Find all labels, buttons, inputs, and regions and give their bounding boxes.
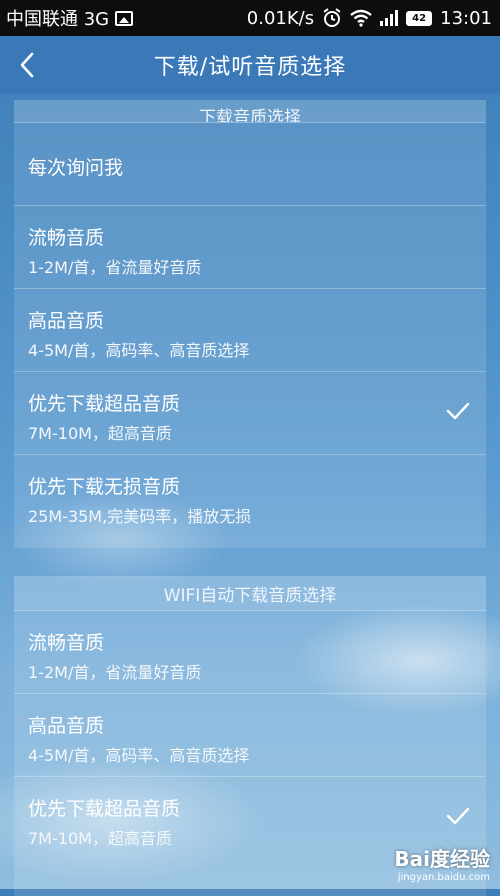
item-title: 高品音质 <box>28 310 105 332</box>
item-subtitle: 7M-10M，超高音质 <box>28 424 172 443</box>
section-title: 下载音质选择 <box>199 108 301 123</box>
wifi-icon <box>350 9 372 27</box>
list-item[interactable]: 优先下载无损音质 25M-35M,完美码率，播放无损 <box>14 455 486 538</box>
item-subtitle: 1-2M/首，省流量好音质 <box>28 663 202 682</box>
signal-strength-icon <box>380 10 399 26</box>
list-item[interactable]: 流畅音质 1-2M/首，省流量好音质 <box>14 206 486 289</box>
item-subtitle: 4-5M/首，高码率、高音质选择 <box>28 746 250 765</box>
item-subtitle: 4-5M/首，高码率、高音质选择 <box>28 341 250 360</box>
network-speed: 0.01K/s <box>246 7 315 29</box>
item-title: 优先下载无损音质 <box>28 476 181 498</box>
checkmark-icon <box>446 402 470 420</box>
back-button[interactable] <box>10 36 44 94</box>
list-item[interactable]: 每次询问我 <box>14 123 486 206</box>
item-title: 流畅音质 <box>28 632 105 654</box>
item-title: 高品音质 <box>28 715 105 737</box>
item-title: 每次询问我 <box>28 157 124 179</box>
baidu-jingyan-watermark: Bai度经验 jingyan.baidu.com <box>394 843 490 883</box>
alarm-icon <box>323 8 341 27</box>
carrier-label: 中国联通 3G <box>6 9 110 30</box>
list-item[interactable]: 高品音质 4-5M/首，高码率、高音质选择 <box>14 694 486 777</box>
clock: 13:01 <box>440 7 492 29</box>
list-item[interactable]: 流畅音质 1-2M/首，省流量好音质 <box>14 611 486 694</box>
watermark-url: jingyan.baidu.com <box>397 872 490 883</box>
app-header: 下载/试听音质选择 <box>0 36 500 94</box>
item-title: 流畅音质 <box>28 227 105 249</box>
status-bar: 中国联通 3G 0.01K/s 42 13:01 <box>0 0 500 36</box>
item-subtitle: 1-2M/首，省流量好音质 <box>28 258 202 277</box>
image-notification-icon <box>115 10 134 26</box>
list-item[interactable]: 高品音质 4-5M/首，高码率、高音质选择 <box>14 289 486 372</box>
item-subtitle: 7M-10M，超高音质 <box>28 829 172 848</box>
chevron-left-icon <box>20 52 34 78</box>
list-item-selected[interactable]: 优先下载超品音质 7M-10M，超高音质 <box>14 372 486 455</box>
section-title: WIFI自动下载音质选择 <box>163 585 337 606</box>
item-title: 优先下载超品音质 <box>28 393 181 415</box>
item-subtitle: 25M-35M,完美码率，播放无损 <box>28 507 252 526</box>
section-header: 下载音质选择 <box>14 100 486 123</box>
checkmark-icon <box>446 807 470 825</box>
battery-icon: 42 <box>406 10 433 26</box>
download-quality-section: 下载音质选择 每次询问我 流畅音质 1-2M/首，省流量好音质 高品音质 4-5… <box>14 100 486 548</box>
section-header: WIFI自动下载音质选择 <box>14 576 486 611</box>
watermark-logo: Bai度经验 <box>394 847 490 871</box>
item-title: 优先下载超品音质 <box>28 798 181 820</box>
page-title: 下载/试听音质选择 <box>153 55 347 80</box>
